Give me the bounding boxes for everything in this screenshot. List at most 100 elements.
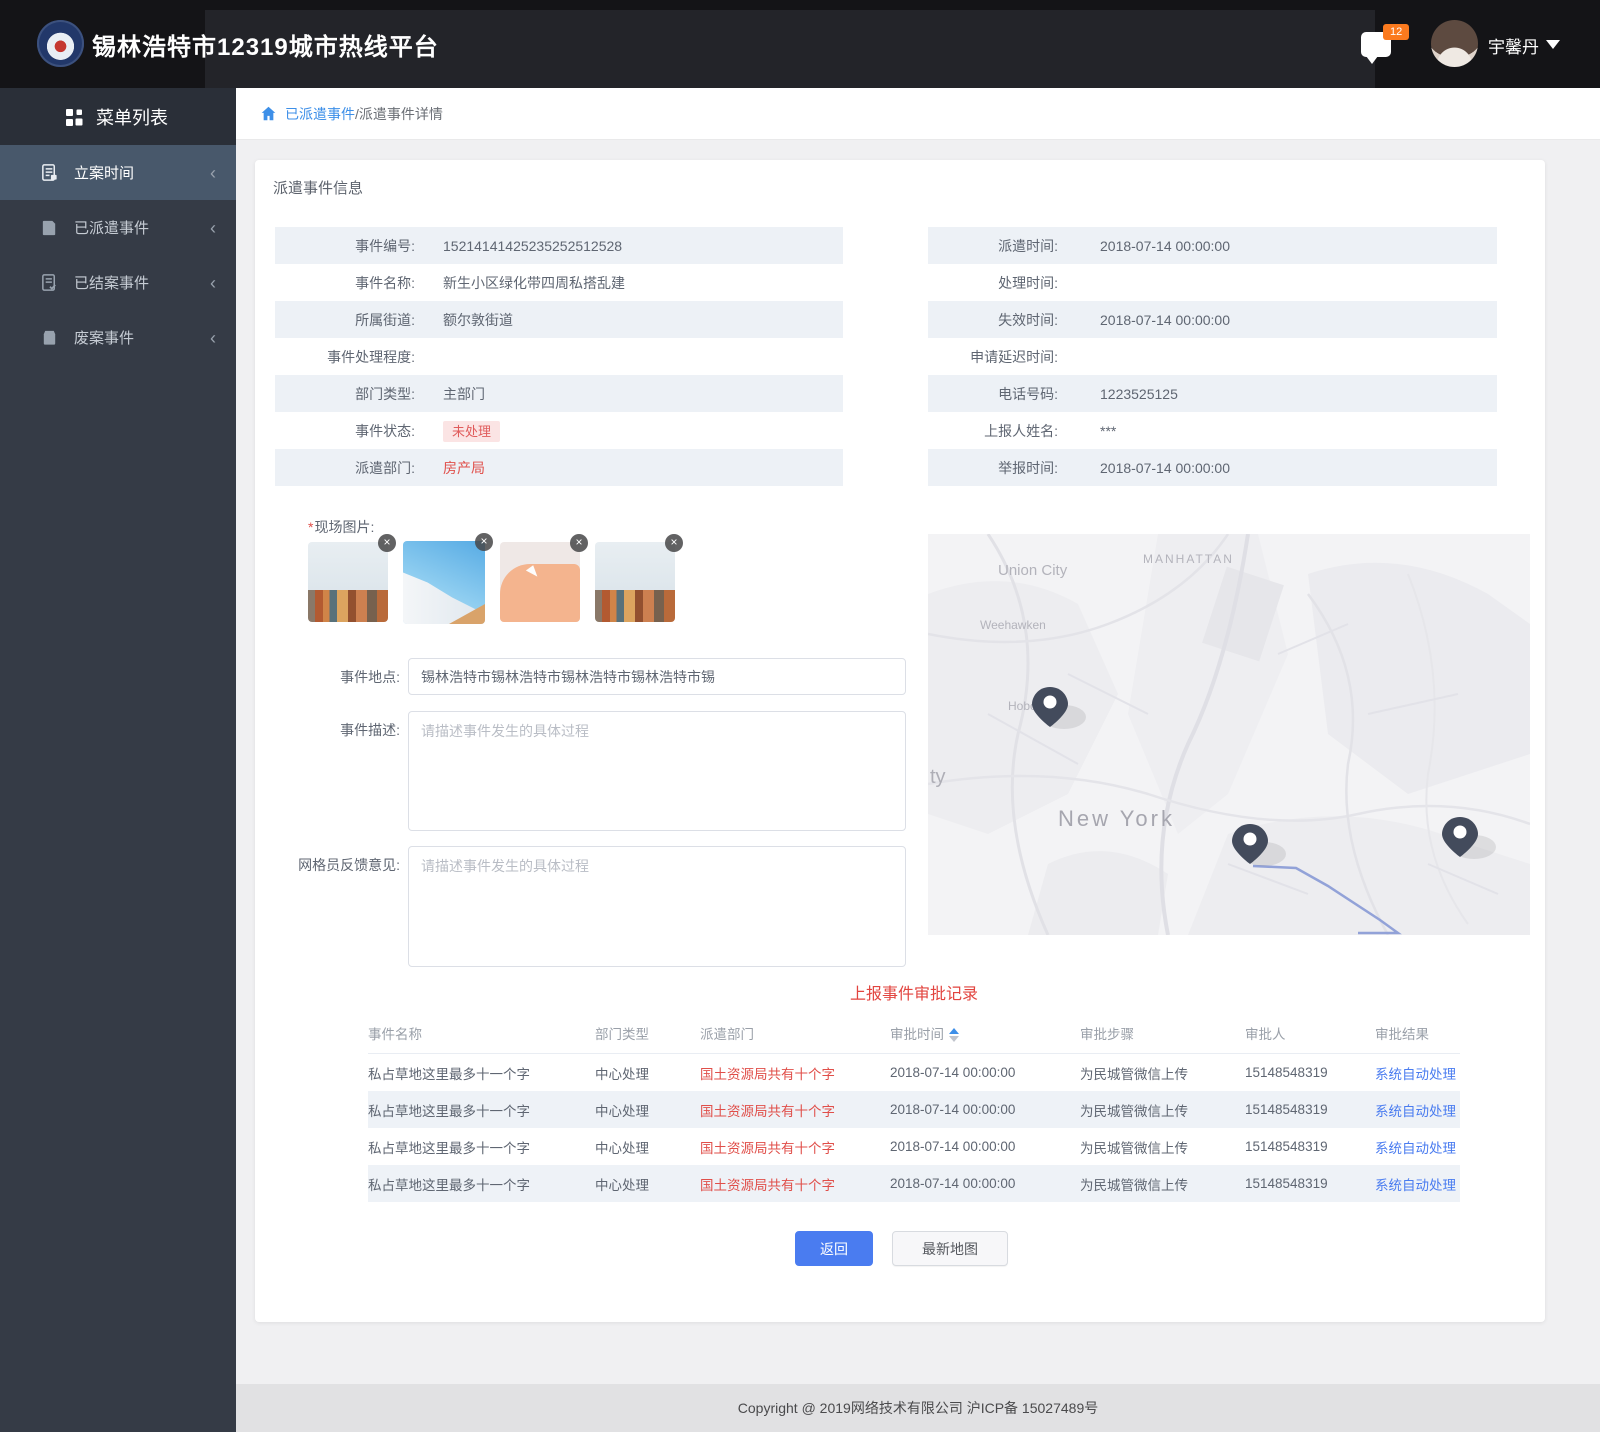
table-row: 私占草地这里最多十一个字 中心处理 国土资源局共有十个字 2018-07-14 … bbox=[368, 1054, 1460, 1091]
cell-approval-result-link[interactable]: 系统自动处理 bbox=[1375, 1137, 1460, 1157]
cell-event-name: 私占草地这里最多十一个字 bbox=[368, 1066, 530, 1082]
field-value: 主部门 bbox=[443, 385, 485, 402]
close-icon[interactable]: × bbox=[665, 534, 683, 552]
event-location-input[interactable] bbox=[408, 658, 906, 695]
field-label: 派遣时间: bbox=[998, 237, 1058, 254]
column-header: 审批步骤 bbox=[1080, 1026, 1134, 1042]
back-button[interactable]: 返回 bbox=[795, 1231, 873, 1266]
photo-thumbnail[interactable]: × bbox=[595, 534, 683, 622]
info-row: 事件状态: 未处理 bbox=[275, 412, 843, 449]
dispatch-event-card: 派遣事件信息 事件编号: 15214141425235252512528 事件名称… bbox=[255, 160, 1545, 1322]
user-name[interactable]: 宇馨丹 bbox=[1488, 33, 1539, 58]
table-row: 私占草地这里最多十一个字 中心处理 国土资源局共有十个字 2018-07-14 … bbox=[368, 1165, 1460, 1202]
doc-icon bbox=[42, 220, 56, 236]
cell-approval-time: 2018-07-14 00:00:00 bbox=[890, 1065, 1016, 1080]
sidebar-item-closed-events[interactable]: 已结案事件 ‹ bbox=[0, 255, 236, 310]
cell-approval-step: 为民城管微信上传 bbox=[1080, 1177, 1188, 1193]
chevron-left-icon: ‹ bbox=[210, 272, 216, 293]
sort-icon[interactable] bbox=[949, 1027, 959, 1042]
breadcrumb: 已派遣事件 / 派遣事件详情 bbox=[236, 88, 1600, 140]
sidebar-item-case-filing-time[interactable]: 立案时间 ‹ bbox=[0, 145, 236, 200]
event-location-label: 事件地点: bbox=[340, 669, 400, 685]
field-label: 电话号码: bbox=[998, 385, 1058, 402]
sidebar-menu-title: 菜单列表 bbox=[96, 107, 168, 128]
map-pin[interactable] bbox=[1032, 687, 1086, 729]
approval-table: 事件名称 部门类型 派遣部门 审批时间 审批步骤 审批人 审批结果 私占草地这里… bbox=[368, 1012, 1460, 1202]
close-icon[interactable]: × bbox=[475, 533, 493, 551]
user-avatar[interactable] bbox=[1431, 20, 1478, 67]
sidebar-item-label: 立案时间 bbox=[74, 165, 135, 182]
notification-count-badge: 12 bbox=[1383, 24, 1410, 40]
cell-approval-time: 2018-07-14 00:00:00 bbox=[890, 1176, 1016, 1191]
cell-approval-time: 2018-07-14 00:00:00 bbox=[890, 1139, 1016, 1154]
app-title: 锡林浩特市12319城市热线平台 bbox=[92, 34, 439, 61]
cell-approver: 15148548319 bbox=[1245, 1139, 1328, 1154]
field-label: 失效时间: bbox=[998, 311, 1058, 328]
cell-dispatch-dept: 国土资源局共有十个字 bbox=[700, 1103, 835, 1119]
info-row: 处理时间: bbox=[928, 264, 1497, 301]
card-title: 派遣事件信息 bbox=[273, 180, 364, 197]
grid-worker-feedback-label: 网格员反馈意见: bbox=[298, 857, 400, 873]
breadcrumb-current: 派遣事件详情 bbox=[358, 105, 443, 122]
field-value: 1223525125 bbox=[1100, 385, 1178, 402]
sidebar-item-discarded-events[interactable]: 废案事件 ‹ bbox=[0, 310, 236, 365]
event-description-label: 事件描述: bbox=[340, 722, 400, 738]
map-pin[interactable] bbox=[1232, 824, 1286, 866]
sidebar-menu-header: 菜单列表 bbox=[0, 88, 236, 145]
cell-approver: 15148548319 bbox=[1245, 1176, 1328, 1191]
location-map[interactable]: Union City Weehawken MANHATTAN Hoboken N… bbox=[928, 534, 1530, 935]
column-header: 部门类型 bbox=[595, 1026, 649, 1042]
column-header: 审批人 bbox=[1245, 1026, 1286, 1042]
cell-dept-type: 中心处理 bbox=[595, 1103, 649, 1119]
field-value: 2018-07-14 00:00:00 bbox=[1100, 237, 1230, 254]
field-value: 房产局 bbox=[443, 459, 485, 476]
event-description-textarea[interactable] bbox=[408, 711, 906, 831]
info-row: 举报时间: 2018-07-14 00:00:00 bbox=[928, 449, 1497, 486]
info-row: 失效时间: 2018-07-14 00:00:00 bbox=[928, 301, 1497, 338]
home-icon[interactable] bbox=[260, 105, 277, 122]
chevron-left-icon: ‹ bbox=[210, 327, 216, 348]
photo-thumbnail[interactable]: × bbox=[500, 534, 588, 622]
info-column-right: 派遣时间: 2018-07-14 00:00:00 处理时间: 失效时间: 2018… bbox=[928, 227, 1497, 486]
blue-sky-building-photo bbox=[403, 541, 485, 624]
photo-thumbnail[interactable]: × bbox=[308, 534, 396, 622]
column-header-sortable[interactable]: 审批时间 bbox=[890, 1023, 1080, 1043]
orange-paper-plane-photo bbox=[500, 542, 580, 622]
latest-map-button[interactable]: 最新地图 bbox=[892, 1231, 1008, 1266]
map-pins-layer bbox=[1032, 687, 1496, 866]
field-value: 新生小区绿化带四周私搭乱建 bbox=[443, 274, 625, 291]
user-dropdown-caret-icon[interactable] bbox=[1546, 40, 1560, 49]
cell-approval-step: 为民城管微信上传 bbox=[1080, 1103, 1188, 1119]
required-mark: * bbox=[308, 519, 314, 535]
column-header: 审批结果 bbox=[1375, 1026, 1429, 1042]
column-header: 事件名称 bbox=[368, 1026, 422, 1042]
cell-approval-result-link[interactable]: 系统自动处理 bbox=[1375, 1174, 1460, 1194]
street-buildings-photo bbox=[308, 542, 388, 622]
close-icon[interactable]: × bbox=[570, 534, 588, 552]
approval-table-header: 事件名称 部门类型 派遣部门 审批时间 审批步骤 审批人 审批结果 bbox=[368, 1012, 1460, 1054]
cell-dept-type: 中心处理 bbox=[595, 1177, 649, 1193]
info-row: 事件名称: 新生小区绿化带四周私搭乱建 bbox=[275, 264, 843, 301]
sidebar-item-label: 已结案事件 bbox=[74, 275, 150, 292]
cell-approval-result-link[interactable]: 系统自动处理 bbox=[1375, 1100, 1460, 1120]
info-row: 上报人姓名: *** bbox=[928, 412, 1497, 449]
info-row: 申请延迟时间: bbox=[928, 338, 1497, 375]
close-icon[interactable]: × bbox=[378, 534, 396, 552]
field-label: 事件状态: bbox=[355, 422, 415, 439]
sidebar-item-dispatched-events[interactable]: 已派遣事件 ‹ bbox=[0, 200, 236, 255]
status-badge-wrap: 未处理 bbox=[443, 421, 501, 442]
cell-approval-result-link[interactable]: 系统自动处理 bbox=[1375, 1063, 1460, 1083]
photo-thumbnail[interactable]: × bbox=[403, 533, 493, 624]
street-buildings-photo bbox=[595, 542, 675, 622]
cell-event-name: 私占草地这里最多十一个字 bbox=[368, 1177, 530, 1193]
field-label: 事件处理程度: bbox=[327, 348, 415, 365]
field-label: 处理时间: bbox=[998, 274, 1058, 291]
grid-worker-feedback-textarea[interactable] bbox=[408, 846, 906, 967]
map-pin[interactable] bbox=[1442, 817, 1496, 859]
info-row: 派遣时间: 2018-07-14 00:00:00 bbox=[928, 227, 1497, 264]
cell-event-name: 私占草地这里最多十一个字 bbox=[368, 1103, 530, 1119]
cell-event-name: 私占草地这里最多十一个字 bbox=[368, 1140, 530, 1156]
breadcrumb-parent-link[interactable]: 已派遣事件 bbox=[285, 104, 355, 124]
archive-icon bbox=[43, 330, 56, 345]
field-label: 事件编号: bbox=[355, 237, 415, 254]
